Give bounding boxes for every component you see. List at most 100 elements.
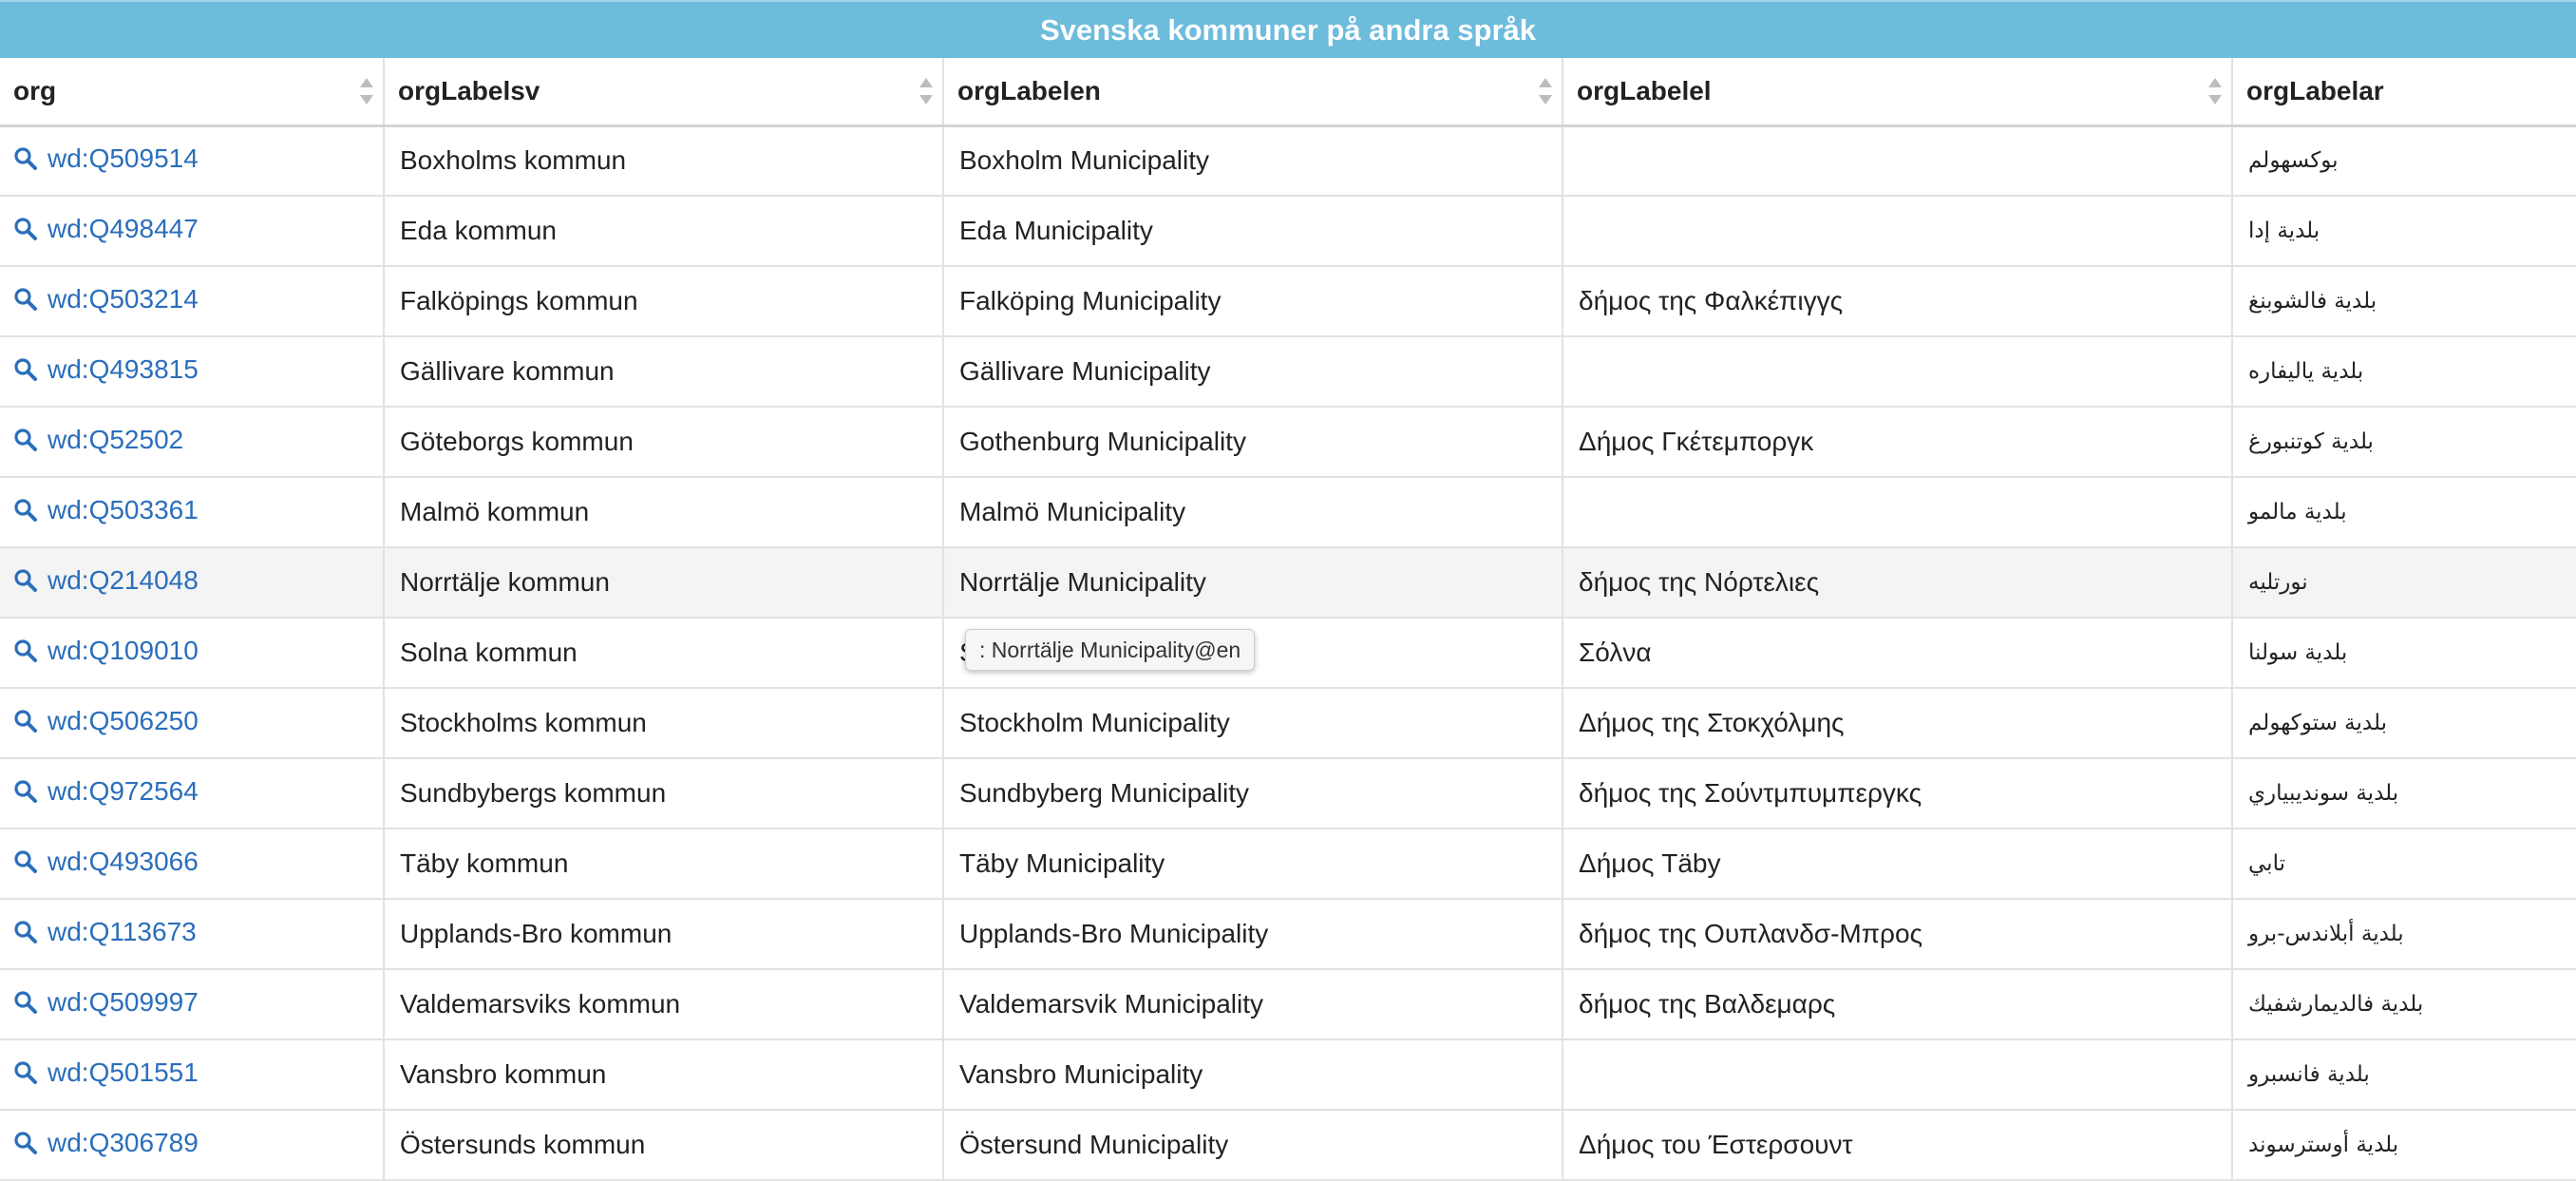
label-sv-cell: Boxholms kommun [384,125,944,197]
column-header-label: orgLabelar [2246,75,2384,105]
search-icon[interactable] [13,287,38,312]
label-el-cell: Δήμος του Έστερσουντ [1563,1110,2233,1181]
entity-id[interactable]: wd:Q493066 [47,847,199,877]
search-icon[interactable] [13,357,38,382]
entity-id[interactable]: wd:Q498447 [47,214,199,244]
search-icon[interactable] [13,498,38,523]
entity-link[interactable]: wd:Q113673 [13,917,197,947]
label-en-cell: Valdemarsvik Municipality [943,969,1563,1040]
search-icon[interactable] [13,920,38,944]
label-el-cell [1563,477,2233,548]
column-header-orgLabelen[interactable]: orgLabelen [943,58,1563,127]
label-ar-cell: بوكسهولم [2232,125,2576,197]
table-row: wd:Q506250 Stockholms kommun Stockholm Mun… [0,688,2576,759]
entity-id[interactable]: wd:Q113673 [47,917,197,947]
label-sv-cell: Eda kommun [384,196,944,267]
search-icon[interactable] [13,568,38,593]
label-ar-cell: بلدية كوتنبورغ [2232,407,2576,478]
entity-link[interactable]: wd:Q972564 [13,776,199,807]
table-row: wd:Q509514 Boxholms kommun Boxholm Municip… [0,125,2576,197]
entity-link[interactable]: wd:Q509997 [13,987,199,1018]
entity-id[interactable]: wd:Q503214 [47,284,199,314]
entity-link[interactable]: wd:Q506250 [13,706,199,736]
entity-id[interactable]: wd:Q306789 [47,1128,199,1158]
label-sv-cell: Falköpings kommun [384,266,944,337]
org-cell: wd:Q506250 [0,688,385,759]
org-cell: wd:Q501551 [0,1039,385,1111]
entity-link[interactable]: wd:Q109010 [13,636,199,666]
search-icon[interactable] [13,428,38,452]
entity-link[interactable]: wd:Q493815 [13,354,199,385]
table-row: wd:Q109010Solna kommunSolna Municipality… [0,618,2576,689]
entity-link[interactable]: wd:Q493066 [13,847,199,877]
entity-link[interactable]: wd:Q214048 [13,565,199,596]
query-title-bar: Svenska kommuner på andra språk [0,0,2576,58]
label-en-cell: Eda Municipality [943,196,1563,267]
label-sv-cell: Norrtälje kommun [384,547,944,619]
entity-id[interactable]: wd:Q509514 [47,143,199,174]
entity-link[interactable]: wd:Q52502 [13,425,183,455]
search-icon[interactable] [13,1060,38,1085]
label-ar-cell: بلدية مالمو [2232,477,2576,548]
table-row: wd:Q509997 Valdemarsviks kommun Valdemarsv… [0,969,2576,1040]
column-header-label: orgLabelen [957,75,1101,105]
label-ar-cell: نورتليه [2232,547,2576,619]
column-header-orgLabelel[interactable]: orgLabelel [1563,58,2233,127]
entity-link[interactable]: wd:Q509514 [13,143,199,174]
entity-id[interactable]: wd:Q52502 [47,425,183,455]
table-row: wd:Q306789 Östersunds kommun Östersund Mun… [0,1110,2576,1181]
entity-link[interactable]: wd:Q306789 [13,1128,199,1158]
entity-link[interactable]: wd:Q503214 [13,284,199,314]
org-cell: wd:Q509997 [0,969,385,1040]
column-header-label: orgLabelsv [398,75,540,105]
column-header-org[interactable]: org [0,58,385,127]
entity-id[interactable]: wd:Q503361 [47,495,199,525]
label-ar-cell: بلدية سونديبياري [2232,758,2576,829]
search-icon[interactable] [13,709,38,733]
sort-arrows-icon[interactable] [1539,77,1552,105]
entity-id[interactable]: wd:Q501551 [47,1057,199,1088]
label-en-cell: Upplands-Bro Municipality [943,899,1563,970]
label-sv-cell: Solna kommun [384,618,944,689]
search-icon[interactable] [13,638,38,663]
column-header-orgLabelar[interactable]: orgLabelar [2232,58,2576,127]
label-sv-cell: Gällivare kommun [384,336,944,408]
label-el-cell: Δήμος Γκέτεμποργκ [1563,407,2233,478]
label-sv-cell: Stockholms kommun [384,688,944,759]
entity-link[interactable]: wd:Q498447 [13,214,199,244]
sort-arrows-icon[interactable] [2208,77,2222,105]
label-en-cell: Malmö Municipality [943,477,1563,548]
entity-id[interactable]: wd:Q509997 [47,987,199,1018]
entity-id[interactable]: wd:Q214048 [47,565,199,596]
label-el-cell: δήμος της Φαλκέπιγγς [1563,266,2233,337]
label-sv-cell: Valdemarsviks kommun [384,969,944,1040]
label-sv-cell: Vansbro kommun [384,1039,944,1111]
entity-id[interactable]: wd:Q506250 [47,706,199,736]
header-row: org orgLabelsv orgLabelen orgLabelel orgLabe… [0,58,2576,127]
table-row: wd:Q501551 Vansbro kommun Vansbro Municipa… [0,1039,2576,1111]
entity-link[interactable]: wd:Q503361 [13,495,199,525]
search-icon[interactable] [13,779,38,804]
search-icon[interactable] [13,849,38,874]
entity-id[interactable]: wd:Q493815 [47,354,199,385]
org-cell: wd:Q52502 [0,407,385,478]
search-icon[interactable] [13,146,38,171]
search-icon[interactable] [13,1131,38,1155]
label-en-cell: Vansbro Municipality [943,1039,1563,1111]
label-en-cell: Täby Municipality [943,829,1563,900]
table-row: wd:Q503214 Falköpings kommun Falköping Mun… [0,266,2576,337]
column-header-orgLabelsv[interactable]: orgLabelsv [384,58,944,127]
label-en-cell: Gällivare Municipality [943,336,1563,408]
search-icon[interactable] [13,217,38,241]
label-ar-cell: بلدية فالشوبنغ [2232,266,2576,337]
sort-arrows-icon[interactable] [360,77,373,105]
org-cell: wd:Q493066 [0,829,385,900]
sort-arrows-icon[interactable] [919,77,933,105]
entity-id[interactable]: wd:Q972564 [47,776,199,807]
label-ar-cell: بلدية ياليفاره [2232,336,2576,408]
entity-id[interactable]: wd:Q109010 [47,636,199,666]
entity-link[interactable]: wd:Q501551 [13,1057,199,1088]
search-icon[interactable] [13,990,38,1015]
label-sv-cell: Upplands-Bro kommun [384,899,944,970]
hover-tooltip: : Norrtälje Municipality@en [965,629,1256,671]
